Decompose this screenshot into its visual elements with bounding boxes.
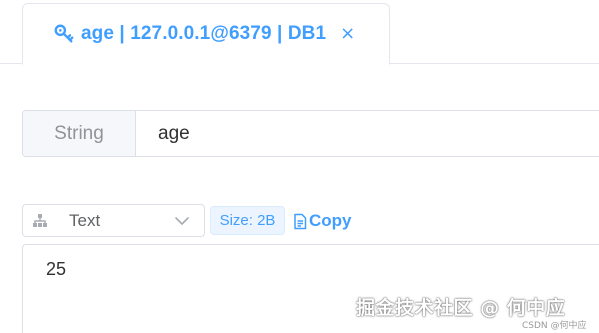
close-icon[interactable]: ×: [340, 25, 355, 43]
key-name-row: String: [22, 110, 599, 157]
format-value: Text: [69, 210, 101, 230]
size-tag: Size: 2B: [210, 206, 285, 235]
format-select[interactable]: Text: [22, 204, 205, 237]
chevron-down-icon: [175, 217, 189, 225]
tab-strip: age | 127.0.0.1@6379 | DB1 ×: [0, 0, 599, 65]
document-icon: [294, 213, 307, 229]
key-icon: [54, 24, 74, 43]
tab-title: age | 127.0.0.1@6379 | DB1: [81, 23, 327, 44]
key-name-input[interactable]: [136, 111, 599, 156]
key-type-label: String: [23, 111, 136, 156]
redis-key-detail-panel: age | 127.0.0.1@6379 | DB1 × String Text…: [0, 0, 599, 333]
watermark-text: 掘金技术社区 @ 何中应: [356, 297, 566, 319]
copy-label: Copy: [309, 211, 352, 230]
watermark-subtext: CSDN @何中应: [522, 321, 587, 331]
copy-button[interactable]: Copy: [292, 209, 352, 233]
key-tab[interactable]: age | 127.0.0.1@6379 | DB1 ×: [22, 3, 390, 65]
viewer-icon: [33, 213, 47, 227]
